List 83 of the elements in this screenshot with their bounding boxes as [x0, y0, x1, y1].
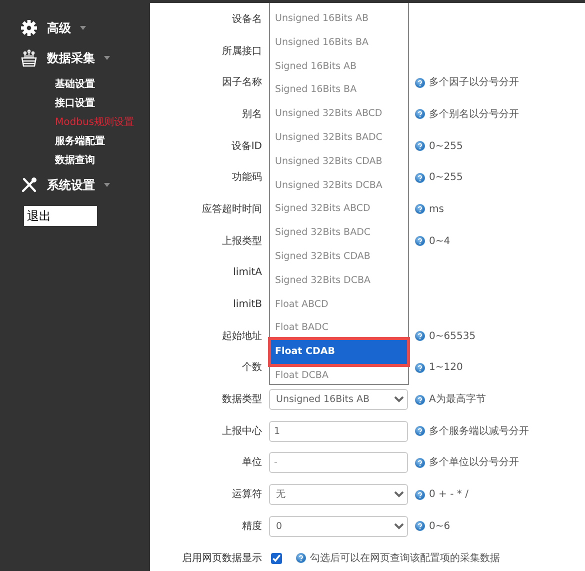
- caret-icon: [104, 56, 110, 60]
- dropdown-option[interactable]: Float ABCD: [271, 292, 407, 316]
- dropdown-option[interactable]: Unsigned 16Bits BA: [271, 30, 407, 55]
- select-field[interactable]: 无: [269, 484, 408, 506]
- field-label: 因子名称: [222, 76, 262, 90]
- logout-button[interactable]: 退出: [24, 206, 97, 226]
- help-icon: [415, 109, 425, 120]
- field-label: 上报类型: [222, 234, 262, 249]
- select-field[interactable]: Unsigned 16Bits AB: [269, 389, 408, 410]
- field-label: 启用网页数据显示: [182, 552, 262, 566]
- input-field[interactable]: 1: [269, 420, 408, 442]
- field-label: 单位: [242, 456, 262, 470]
- dropdown-option[interactable]: Signed 16Bits AB: [271, 54, 407, 78]
- caret-icon: [104, 183, 110, 187]
- dropdown-option[interactable]: Signed 32Bits CDAB: [271, 244, 407, 269]
- checkbox[interactable]: [271, 552, 282, 564]
- sidebar-item[interactable]: 系统设置: [0, 170, 150, 200]
- help-icon: [415, 394, 425, 405]
- input-field[interactable]: -: [269, 452, 408, 474]
- help-text: 0~4: [429, 234, 450, 249]
- dropdown-option[interactable]: Float BADC: [271, 316, 407, 340]
- help-icon: [415, 362, 425, 373]
- help-text: 0~255: [429, 140, 463, 154]
- gear-icon: [20, 19, 38, 37]
- field-label: 所属接口: [222, 44, 262, 59]
- dropdown-option[interactable]: Signed 32Bits DCBA: [271, 268, 407, 293]
- submenu-link[interactable]: Modbus规则设置: [55, 113, 150, 132]
- basket-icon: [20, 49, 38, 67]
- help-text: 0~6: [429, 520, 450, 534]
- dropdown-option[interactable]: Unsigned 32Bits ABCD: [271, 102, 407, 126]
- field-label: 个数: [242, 361, 262, 376]
- field-label: limitA: [233, 266, 262, 280]
- dropdown-option[interactable]: Signed 32Bits ABCD: [271, 197, 407, 222]
- help-icon: [296, 553, 306, 564]
- dropdown-option[interactable]: Float CDAB: [271, 340, 407, 364]
- submenu-link[interactable]: 接口设置: [55, 94, 150, 113]
- help-text: 0~255: [429, 171, 463, 186]
- dropdown-option[interactable]: Unsigned 16Bits AB: [271, 7, 407, 31]
- field-label: 设备名: [232, 12, 262, 27]
- help-text: 勾选后可以在网页查询该配置项的采集数据: [310, 552, 500, 566]
- help-icon: [415, 331, 425, 342]
- field-label: 别名: [242, 108, 262, 122]
- sidebar-item[interactable]: 高级: [0, 13, 150, 43]
- field-label: 上报中心: [222, 424, 262, 439]
- help-text: 1~120: [429, 361, 463, 376]
- tools-icon: [20, 176, 38, 194]
- dropdown-option[interactable]: Signed 32Bits BADC: [271, 221, 407, 245]
- field-label: 功能码: [232, 170, 262, 186]
- field-label: 精度: [242, 520, 262, 534]
- dropdown-option[interactable]: Signed 16Bits BA: [271, 78, 407, 102]
- help-icon: [415, 172, 425, 183]
- field-label: 设备ID: [231, 140, 262, 154]
- help-text: A为最高字节: [429, 392, 486, 408]
- sidebar-item[interactable]: 数据采集: [0, 43, 150, 73]
- help-text: ms: [429, 202, 444, 217]
- submenu-link[interactable]: 基础设置: [55, 75, 150, 94]
- help-text: 多个别名以分号分开: [429, 108, 519, 122]
- help-icon: [415, 236, 425, 246]
- field-label: 运算符: [232, 488, 262, 502]
- submenu-link[interactable]: 数据查询: [55, 151, 150, 170]
- help-icon: [415, 141, 425, 152]
- caret-icon: [80, 26, 86, 30]
- dropdown-option[interactable]: Unsigned 32Bits DCBA: [271, 174, 407, 198]
- field-label: limitB: [233, 298, 262, 312]
- help-icon: [415, 458, 425, 468]
- select-field[interactable]: 0: [269, 516, 408, 537]
- field-label: 数据类型: [222, 392, 262, 408]
- dropdown-option[interactable]: Unsigned 32Bits CDAB: [271, 150, 407, 174]
- help-text: 0 + - * /: [429, 488, 468, 502]
- field-label: 应答超时时间: [202, 202, 262, 217]
- help-icon: [415, 78, 425, 88]
- field-label: 起始地址: [222, 330, 262, 344]
- submenu-link[interactable]: 服务端配置: [55, 132, 150, 151]
- help-text: 0~65535: [429, 330, 476, 344]
- dropdown-option[interactable]: Float DCBA: [271, 364, 407, 388]
- help-icon: [415, 426, 425, 436]
- help-text: 多个因子以分号分开: [429, 76, 519, 90]
- dropdown-option[interactable]: Unsigned 32Bits BADC: [271, 126, 407, 150]
- help-icon: [415, 204, 425, 214]
- help-icon: [415, 521, 425, 532]
- help-text: 多个单位以分号分开: [429, 456, 519, 470]
- help-text: 多个服务端以减号分开: [429, 424, 529, 439]
- help-icon: [415, 490, 425, 500]
